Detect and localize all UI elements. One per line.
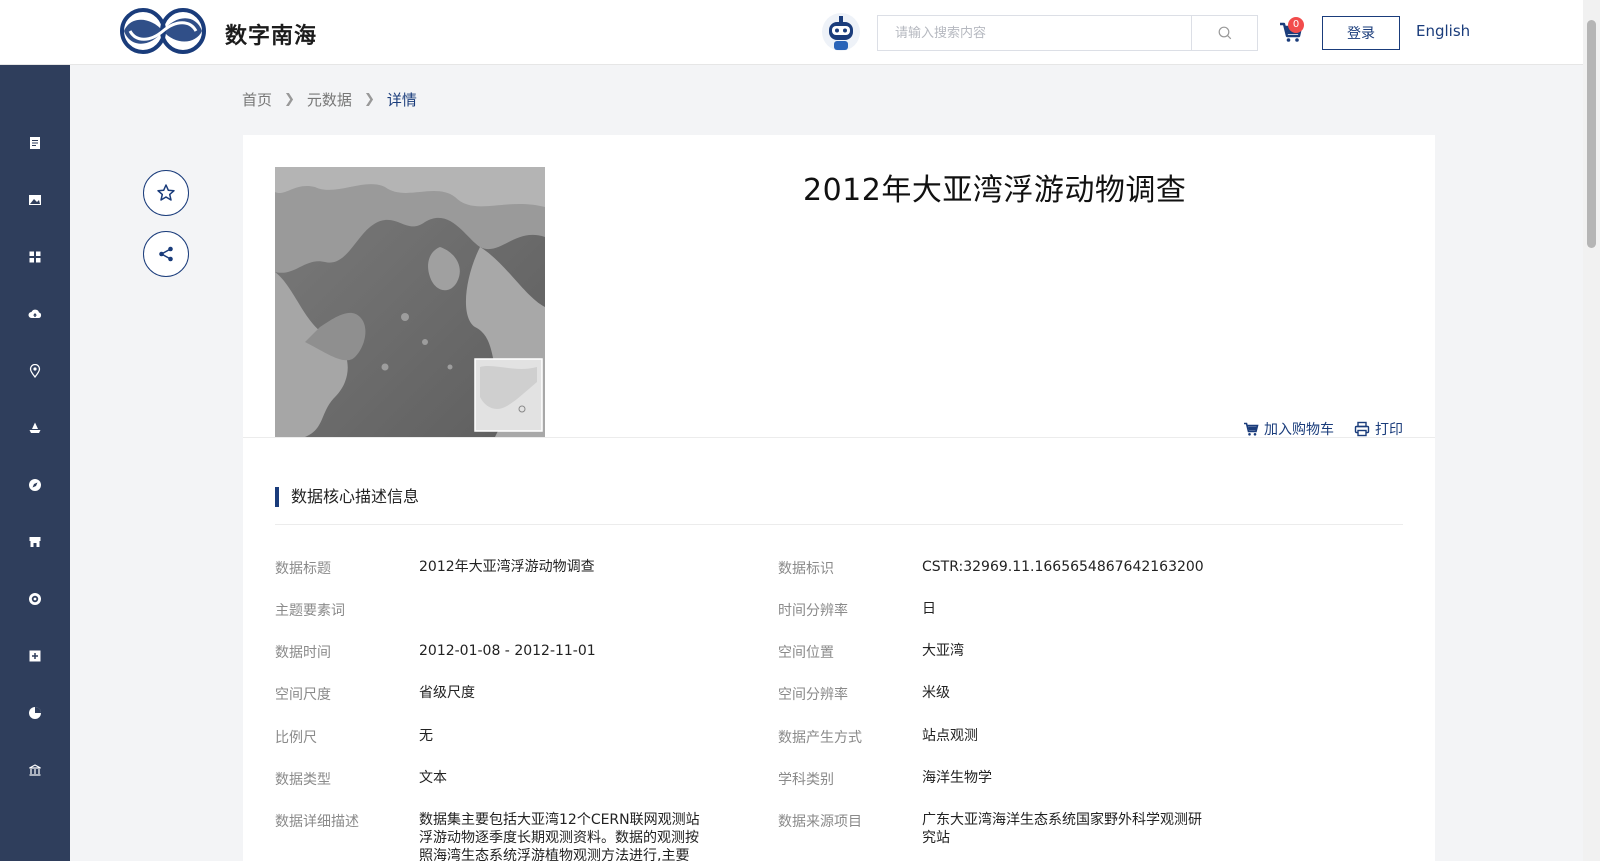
page-scrollbar[interactable]	[1583, 0, 1600, 861]
logo-icon[interactable]	[120, 8, 206, 54]
store-icon	[29, 537, 41, 547]
sidebar-item-grid[interactable]	[0, 237, 70, 277]
info-label: 空间分辨率	[778, 687, 848, 703]
info-value: 海洋生物学	[922, 770, 992, 786]
printer-icon	[1354, 421, 1370, 437]
left-sidebar	[0, 65, 70, 861]
info-label: 数据标识	[778, 561, 834, 577]
search-icon	[1218, 26, 1231, 40]
section-title-core-info: 数据核心描述信息	[275, 487, 419, 507]
info-value: 无	[419, 728, 433, 744]
plus-square-icon	[29, 650, 41, 662]
brand-name: 数字南海	[225, 24, 318, 49]
sidebar-item-compass[interactable]	[0, 465, 70, 505]
language-switch-link[interactable]: English	[1416, 22, 1470, 40]
info-value: 广东大亚湾海洋生态系统国家野外科学观测研究站	[922, 812, 1202, 846]
login-button[interactable]: 登录	[1322, 16, 1400, 50]
info-value-description: 数据集主要包括大亚湾12个CERN联网观测站浮游动物逐季度长期观测资料。数据的观…	[419, 812, 700, 861]
search-button[interactable]	[1192, 16, 1257, 50]
chevron-right-icon: ❯	[284, 92, 295, 107]
sidebar-item-chart[interactable]	[0, 693, 70, 733]
info-label: 数据时间	[275, 645, 331, 661]
dataset-map-thumbnail[interactable]	[275, 167, 545, 437]
scrollbar-thumb[interactable]	[1587, 20, 1596, 248]
sidebar-item-store[interactable]	[0, 522, 70, 562]
sidebar-item-building[interactable]	[0, 750, 70, 790]
compass-icon	[29, 479, 41, 491]
breadcrumb: 首页 ❯ 元数据 ❯ 详情	[242, 89, 417, 110]
info-value: 站点观测	[922, 728, 978, 744]
cart-count-badge: 0	[1288, 17, 1304, 33]
info-label: 空间尺度	[275, 687, 331, 703]
detail-card: 2012年大亚湾浮游动物调查 加入购物车 打印 数据核心描述信息 数据标题 20…	[243, 135, 1435, 861]
ship-icon	[29, 422, 41, 433]
cloud-upload-icon	[28, 309, 42, 318]
image-icon	[29, 195, 41, 205]
grid-icon	[29, 251, 41, 263]
info-label: 数据详细描述	[275, 814, 359, 830]
sidebar-item-add[interactable]	[0, 636, 70, 676]
divider	[243, 437, 1435, 438]
add-to-cart-label: 加入购物车	[1264, 422, 1334, 438]
info-label: 数据来源项目	[778, 814, 862, 830]
sidebar-item-ship[interactable]	[0, 408, 70, 448]
sidebar-item-target[interactable]	[0, 579, 70, 619]
info-value: 文本	[419, 770, 447, 786]
dataset-title: 2012年大亚湾浮游动物调查	[803, 173, 1187, 208]
info-value: 2012-01-08 - 2012-11-01	[419, 643, 596, 659]
info-value: CSTR:32969.11.1665654867642163200	[922, 559, 1204, 575]
document-icon	[30, 137, 40, 149]
robot-assistant-icon[interactable]	[821, 12, 861, 54]
search-input[interactable]	[878, 16, 1192, 50]
info-label: 数据类型	[275, 772, 331, 788]
info-label: 空间位置	[778, 645, 834, 661]
building-icon	[29, 764, 41, 776]
breadcrumb-home[interactable]: 首页	[242, 89, 272, 110]
divider	[275, 524, 1403, 525]
target-icon	[29, 593, 41, 605]
location-pin-icon	[29, 364, 41, 378]
print-button[interactable]: 打印	[1354, 419, 1403, 439]
info-label: 数据产生方式	[778, 730, 862, 746]
star-icon	[157, 184, 175, 201]
breadcrumb-current: 详情	[386, 91, 417, 109]
info-value: 大亚湾	[922, 643, 964, 659]
favorite-button[interactable]	[143, 170, 189, 216]
info-label: 比例尺	[275, 730, 317, 746]
info-value: 日	[922, 601, 936, 617]
share-button[interactable]	[143, 231, 189, 277]
detail-actions: 加入购物车 打印	[1243, 419, 1403, 439]
info-label: 学科类别	[778, 772, 834, 788]
info-label: 时间分辨率	[778, 603, 848, 619]
satellite-map-image	[275, 167, 545, 437]
chevron-right-icon: ❯	[363, 92, 375, 107]
print-label: 打印	[1375, 422, 1403, 438]
sidebar-item-location[interactable]	[0, 351, 70, 391]
info-label: 数据标题	[275, 561, 331, 577]
info-value: 2012年大亚湾浮游动物调查	[419, 559, 595, 575]
info-label: 主题要素词	[275, 603, 345, 619]
sidebar-item-image[interactable]	[0, 180, 70, 220]
top-header: 数字南海 0 登录 English	[0, 0, 1583, 65]
info-value: 省级尺度	[419, 685, 475, 701]
search-box	[877, 15, 1258, 51]
add-to-cart-button[interactable]: 加入购物车	[1243, 419, 1334, 439]
sidebar-item-cloud[interactable]	[0, 294, 70, 334]
sidebar-item-document[interactable]	[0, 123, 70, 163]
cart-icon	[1244, 422, 1259, 436]
pie-chart-icon	[29, 707, 41, 719]
info-value: 米级	[922, 685, 950, 701]
breadcrumb-metadata[interactable]: 元数据	[307, 89, 352, 110]
share-icon	[159, 246, 173, 262]
